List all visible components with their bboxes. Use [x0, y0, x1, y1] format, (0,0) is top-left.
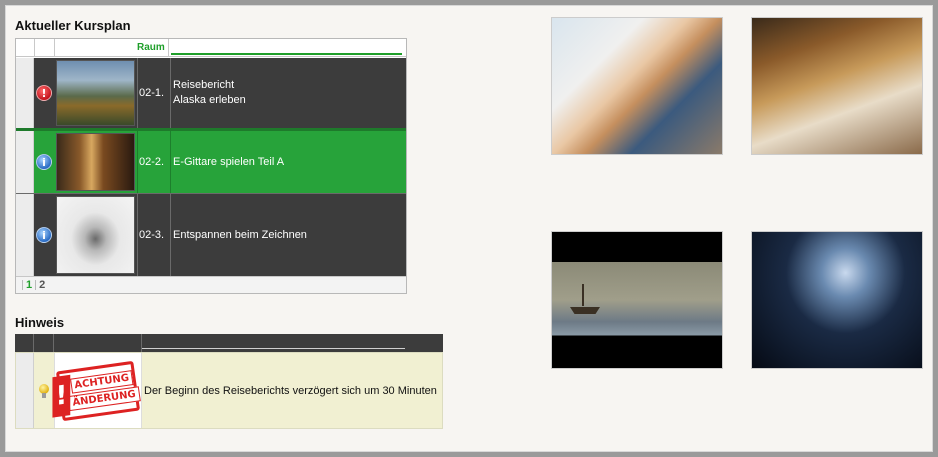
- row-selector[interactable]: [16, 353, 34, 428]
- table-row[interactable]: ! 02-1. Reisebericht Alaska erleben: [16, 58, 406, 128]
- stamp-exclamation: !: [52, 374, 71, 418]
- pager-separator: [35, 280, 37, 290]
- course-title: Reisebericht Alaska erleben: [170, 58, 406, 128]
- header-divider: [141, 334, 142, 352]
- header-divider: [34, 39, 35, 57]
- status-cell: i: [34, 194, 54, 276]
- notice-image-cell: ! ACHTUNG ÄNDERUNG: [52, 353, 142, 428]
- course-code: 02-1.: [137, 58, 170, 128]
- hinweis-header: [15, 334, 443, 352]
- status-cell: i: [34, 131, 54, 193]
- lips-drawing-image: [56, 196, 135, 274]
- main-panel: Aktueller Kursplan Raum ! 02-1. Reiseber…: [5, 5, 933, 452]
- bulb-cell: [34, 353, 54, 428]
- boat-mast: [582, 284, 584, 306]
- header-divider: [54, 39, 55, 57]
- table-row-selected[interactable]: i 02-2. E-Gittare spielen Teil A: [16, 128, 406, 193]
- course-code: 02-2.: [137, 131, 170, 193]
- thumbnail-cell: [54, 194, 137, 276]
- notice-message: Der Beginn des Reiseberichts verzögert s…: [144, 384, 437, 397]
- row-selector[interactable]: [16, 194, 34, 276]
- women-laptop-image: [551, 17, 723, 155]
- table-header: Raum: [16, 39, 406, 57]
- pagination: 1 2: [16, 276, 406, 293]
- course-title-line2: Alaska erleben: [173, 94, 246, 106]
- page-1-link[interactable]: 1: [26, 279, 32, 291]
- boat-hull: [570, 307, 600, 314]
- course-title-line1: Entspannen beim Zeichnen: [173, 228, 307, 241]
- table-row[interactable]: i 02-3. Entspannen beim Zeichnen: [16, 193, 406, 276]
- guitar-image: [56, 133, 135, 191]
- hinweis-row[interactable]: ! ACHTUNG ÄNDERUNG Der Beginn des Reiseb…: [15, 352, 443, 429]
- row-selector[interactable]: [16, 131, 34, 193]
- alaska-landscape-image: [56, 60, 135, 126]
- course-code: 02-3.: [137, 194, 170, 276]
- course-title: E-Gittare spielen Teil A: [170, 131, 406, 193]
- warning-icon: !: [36, 85, 52, 101]
- achtung-aenderung-stamp: ! ACHTUNG ÄNDERUNG: [52, 360, 141, 421]
- restaurant-table-image: [751, 17, 923, 155]
- header-underline: [142, 348, 405, 349]
- kursplan-title: Aktueller Kursplan: [15, 18, 131, 33]
- status-cell: !: [34, 58, 54, 128]
- info-icon: i: [36, 154, 52, 170]
- concert-hall-image: [751, 231, 923, 369]
- info-icon: i: [36, 227, 52, 243]
- course-title-line1: E-Gittare spielen Teil A: [173, 155, 285, 168]
- hinweis-title: Hinweis: [15, 315, 65, 330]
- header-raum[interactable]: Raum: [136, 39, 169, 57]
- kursplan-table: Raum ! 02-1. Reisebericht Alaska erleben…: [15, 38, 407, 294]
- thumbnail-cell: [54, 131, 137, 193]
- thumbnail-cell: [54, 58, 137, 128]
- pager-separator: [22, 280, 23, 290]
- row-selector[interactable]: [16, 58, 34, 128]
- header-title-column[interactable]: [170, 39, 402, 57]
- header-divider: [33, 334, 34, 352]
- header-divider: [53, 334, 54, 352]
- page-2-link[interactable]: 2: [39, 279, 45, 291]
- hinweis-table: ! ACHTUNG ÄNDERUNG Der Beginn des Reiseb…: [15, 334, 443, 429]
- course-title: Entspannen beim Zeichnen: [170, 194, 406, 276]
- fishing-boat-image: [551, 231, 723, 369]
- course-title-line1: Reisebericht: [173, 79, 235, 91]
- lightbulb-icon: [39, 383, 49, 398]
